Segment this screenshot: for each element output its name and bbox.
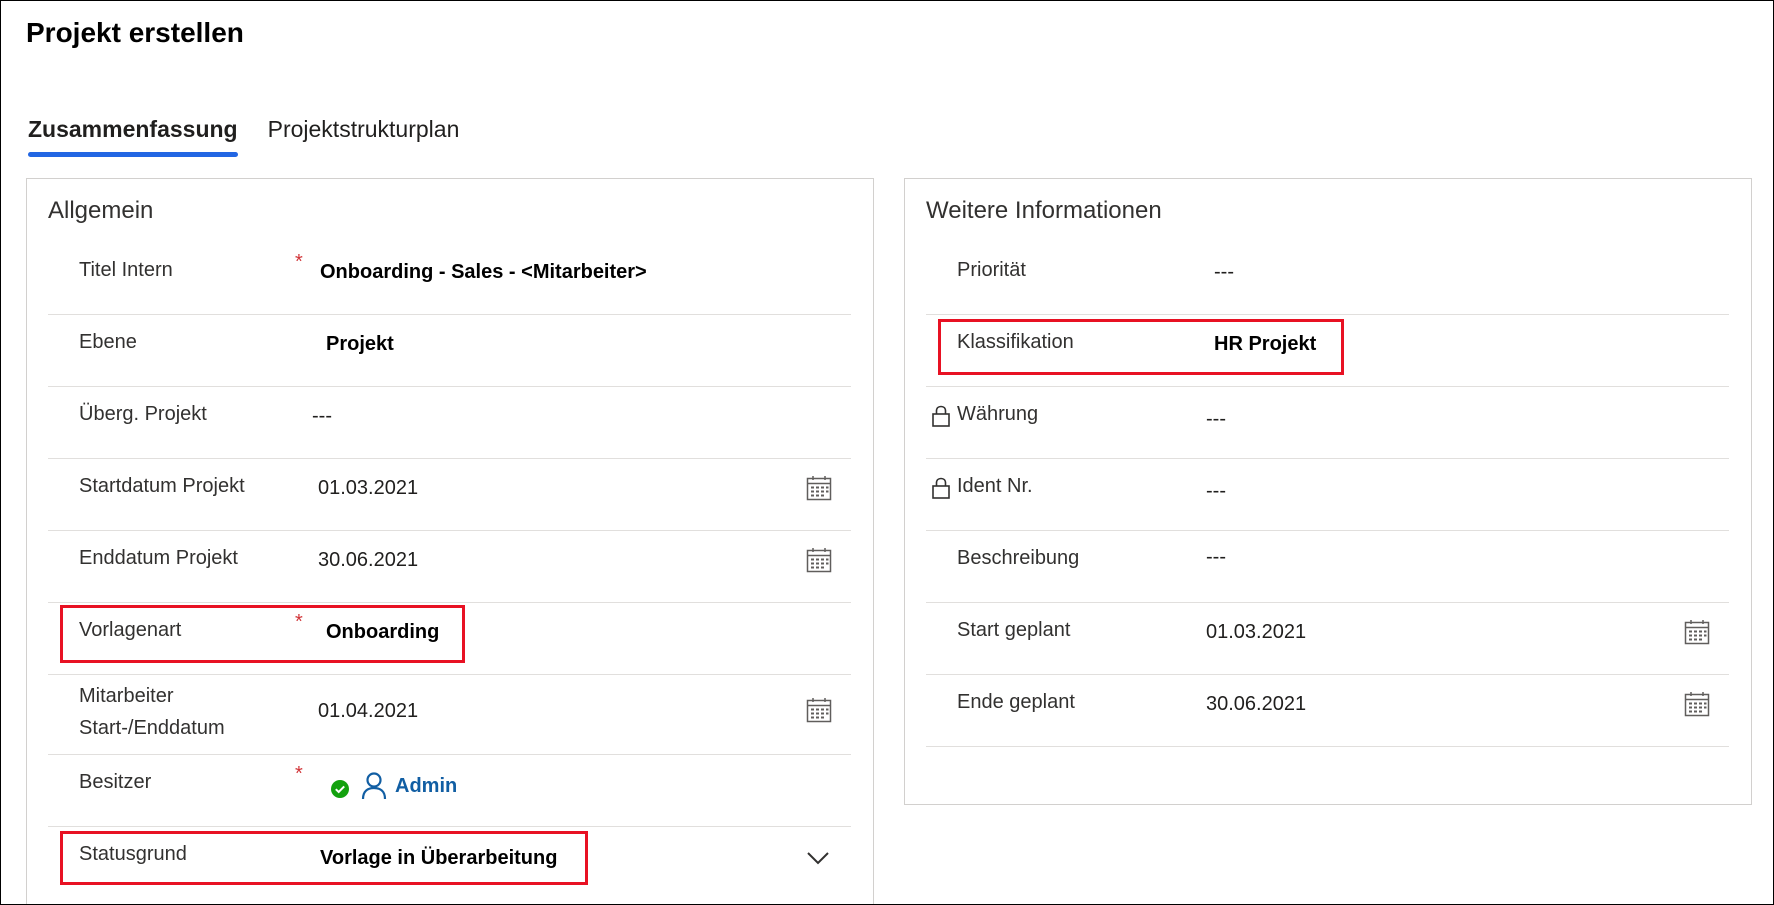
field-row-klassifikation: Klassifikation HR Projekt bbox=[926, 315, 1729, 387]
field-value-waehrung: --- bbox=[1206, 408, 1226, 430]
field-label-enddatum: Enddatum Projekt bbox=[79, 547, 238, 569]
check-circle-icon bbox=[331, 780, 349, 798]
field-value-ueberg-projekt[interactable]: --- bbox=[312, 400, 332, 432]
field-label-titel-intern: Titel Intern bbox=[79, 259, 173, 281]
field-value-start-geplant[interactable]: 01.03.2021 bbox=[1206, 616, 1306, 648]
field-value-mitarbeiter[interactable]: 01.04.2021 bbox=[318, 695, 418, 727]
field-row-enddatum: Enddatum Projekt 30.06.2021 bbox=[48, 531, 851, 603]
field-label-start-geplant: Start geplant bbox=[957, 619, 1071, 641]
field-value-enddatum[interactable]: 30.06.2021 bbox=[318, 544, 418, 576]
calendar-icon[interactable] bbox=[806, 475, 832, 501]
field-label-mitarbeiter-line1: Mitarbeiter bbox=[79, 685, 174, 707]
chevron-down-icon[interactable] bbox=[805, 845, 831, 871]
section-more-info: Weitere Informationen Priorität --- Klas… bbox=[904, 178, 1752, 805]
field-label-vorlagenart: Vorlagenart bbox=[79, 619, 182, 641]
field-value-startdatum[interactable]: 01.03.2021 bbox=[318, 472, 418, 504]
field-label-ende-geplant: Ende geplant bbox=[957, 691, 1075, 713]
field-label-mitarbeiter: Mitarbeiter Start-/Enddatum bbox=[79, 680, 225, 744]
field-label-ueberg-projekt: Überg. Projekt bbox=[79, 403, 207, 425]
field-row-ident-nr: Ident Nr. --- bbox=[926, 459, 1729, 531]
required-marker: * bbox=[295, 251, 303, 273]
section-general: Allgemein Titel Intern * Onboarding - Sa… bbox=[26, 178, 874, 904]
owner-link[interactable]: Admin bbox=[395, 770, 457, 802]
general-fields: Titel Intern * Onboarding - Sales - <Mit… bbox=[48, 243, 851, 899]
field-row-besitzer: Besitzer * Admin bbox=[48, 755, 851, 827]
field-row-waehrung: Währung --- bbox=[926, 387, 1729, 459]
field-value-ebene[interactable]: Projekt bbox=[326, 328, 394, 360]
field-label-beschreibung: Beschreibung bbox=[957, 547, 1080, 569]
field-value-klassifikation[interactable]: HR Projekt bbox=[1214, 328, 1316, 360]
create-project-window: Projekt erstellen Zusammenfassung Projek… bbox=[0, 0, 1774, 905]
field-row-start-geplant: Start geplant 01.03.2021 bbox=[926, 603, 1729, 675]
field-label-mitarbeiter-line2: Start-/Enddatum bbox=[79, 717, 225, 739]
field-row-beschreibung: Beschreibung --- bbox=[926, 531, 1729, 603]
tab-bar: Zusammenfassung Projektstrukturplan bbox=[28, 111, 489, 157]
calendar-icon[interactable] bbox=[806, 697, 832, 723]
page-title: Projekt erstellen bbox=[26, 17, 244, 48]
field-row-titel-intern: Titel Intern * Onboarding - Sales - <Mit… bbox=[48, 243, 851, 315]
required-marker: * bbox=[295, 611, 303, 633]
lock-icon bbox=[932, 405, 950, 427]
field-value-vorlagenart[interactable]: Onboarding bbox=[326, 616, 439, 648]
field-row-mitarbeiter: Mitarbeiter Start-/Enddatum 01.04.2021 bbox=[48, 675, 851, 755]
calendar-icon[interactable] bbox=[1684, 691, 1710, 717]
calendar-icon[interactable] bbox=[1684, 619, 1710, 645]
field-label-ebene: Ebene bbox=[79, 331, 137, 353]
person-icon bbox=[361, 772, 387, 800]
field-row-statusgrund: Statusgrund Vorlage in Überarbeitung bbox=[48, 827, 851, 899]
field-value-beschreibung[interactable]: --- bbox=[1206, 541, 1226, 573]
required-marker: * bbox=[295, 763, 303, 785]
field-label-ident-nr: Ident Nr. bbox=[957, 475, 1033, 497]
field-label-prioritaet: Priorität bbox=[957, 259, 1026, 281]
tab-projektstrukturplan[interactable]: Projektstrukturplan bbox=[268, 111, 460, 157]
field-label-waehrung: Währung bbox=[957, 403, 1039, 425]
section-more-info-title: Weitere Informationen bbox=[926, 197, 1162, 224]
field-label-klassifikation: Klassifikation bbox=[957, 331, 1074, 353]
field-label-statusgrund: Statusgrund bbox=[79, 843, 187, 865]
field-label-startdatum: Startdatum Projekt bbox=[79, 475, 245, 497]
field-value-titel-intern[interactable]: Onboarding - Sales - <Mitarbeiter> bbox=[320, 256, 647, 288]
field-row-prioritaet: Priorität --- bbox=[926, 243, 1729, 315]
field-value-prioritaet[interactable]: --- bbox=[1214, 256, 1234, 288]
field-value-ende-geplant[interactable]: 30.06.2021 bbox=[1206, 688, 1306, 720]
field-row-vorlagenart: Vorlagenart * Onboarding bbox=[48, 603, 851, 675]
lock-icon bbox=[932, 477, 950, 499]
calendar-icon[interactable] bbox=[806, 547, 832, 573]
field-value-ident-nr: --- bbox=[1206, 480, 1226, 502]
section-general-title: Allgemein bbox=[48, 197, 154, 224]
field-row-ende-geplant: Ende geplant 30.06.2021 bbox=[926, 675, 1729, 747]
field-label-besitzer: Besitzer bbox=[79, 771, 152, 793]
field-row-ebene: Ebene Projekt bbox=[48, 315, 851, 387]
tab-zusammenfassung[interactable]: Zusammenfassung bbox=[28, 111, 238, 157]
field-row-startdatum: Startdatum Projekt 01.03.2021 bbox=[48, 459, 851, 531]
field-row-ueberg-projekt: Überg. Projekt --- bbox=[48, 387, 851, 459]
more-info-fields: Priorität --- Klassifikation HR Projekt … bbox=[926, 243, 1729, 747]
field-value-statusgrund[interactable]: Vorlage in Überarbeitung bbox=[320, 842, 557, 874]
